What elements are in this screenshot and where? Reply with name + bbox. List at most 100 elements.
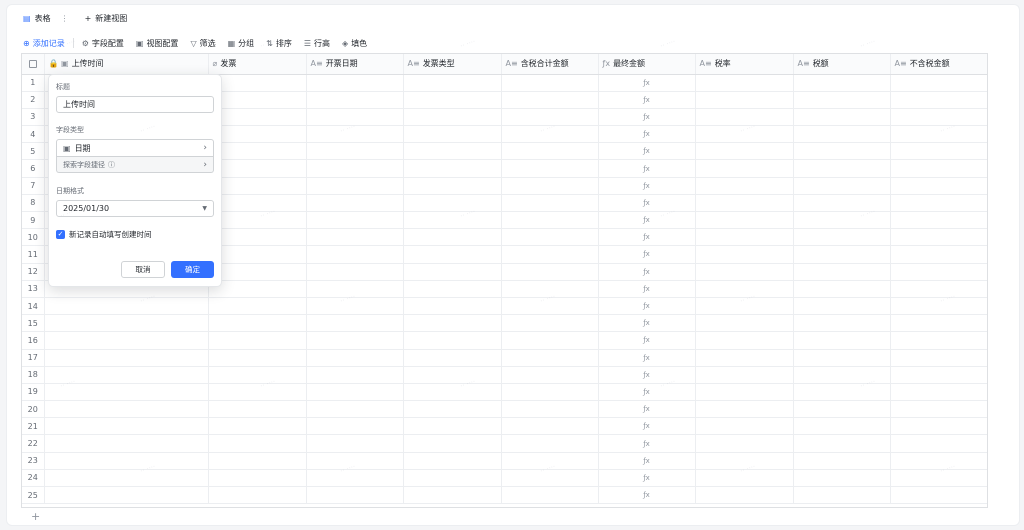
grid-cell[interactable] [890, 280, 987, 298]
grid-cell[interactable] [890, 331, 987, 350]
cancel-button[interactable]: 取消 [121, 261, 165, 278]
grid-cell[interactable] [306, 297, 404, 316]
grid-cell[interactable] [403, 159, 502, 178]
auto-fill-option[interactable]: ✓ 新记录自动填写创建时间 [56, 229, 214, 240]
row-height-button[interactable]: ☰ 行高 [298, 34, 336, 52]
grid-cell[interactable] [501, 314, 599, 333]
grid-cell[interactable] [890, 125, 987, 144]
column-header[interactable]: 🔒 ▣ 上传时间 [44, 54, 209, 75]
grid-cell[interactable] [306, 159, 404, 178]
grid-cell[interactable] [695, 108, 794, 127]
grid-cell[interactable] [501, 434, 599, 453]
grid-cell[interactable] [208, 331, 307, 350]
grid-cell[interactable] [501, 486, 599, 505]
grid-cell[interactable] [403, 142, 502, 161]
grid-cell[interactable] [501, 383, 599, 402]
field-config-button[interactable]: ⚙ 字段配置 [76, 34, 130, 52]
grid-cell[interactable] [793, 349, 891, 367]
grid-cell[interactable] [208, 228, 307, 247]
formula-cell[interactable]: ƒx [598, 469, 696, 488]
grid-cell[interactable] [208, 211, 307, 230]
grid-cell[interactable] [208, 383, 307, 402]
grid-cell[interactable] [306, 366, 404, 384]
formula-cell[interactable]: ƒx [598, 211, 696, 230]
formula-cell[interactable]: ƒx [598, 177, 696, 195]
grid-cell[interactable] [695, 91, 794, 109]
view-config-button[interactable]: ▣ 视图配置 [130, 34, 185, 52]
grid-cell[interactable] [890, 159, 987, 178]
grid-cell[interactable] [208, 486, 307, 505]
add-column-button[interactable]: + [987, 54, 988, 74]
table-row[interactable]: 16 ƒx [22, 331, 987, 350]
grid-cell[interactable] [44, 486, 209, 505]
grid-cell[interactable] [793, 314, 891, 333]
grid-cell[interactable] [306, 91, 404, 109]
grid-cell[interactable] [793, 452, 891, 470]
column-header[interactable]: A≡ 不含税金额 [890, 54, 987, 75]
add-record-button[interactable]: ⊕ 添加记录 [21, 34, 71, 52]
column-header[interactable]: A≡ 税额 [793, 54, 891, 75]
grid-cell[interactable] [695, 383, 794, 402]
formula-cell[interactable]: ƒx [598, 314, 696, 333]
grid-cell[interactable] [793, 228, 891, 247]
grid-cell[interactable] [403, 194, 502, 213]
table-row[interactable]: 21 ƒx [22, 417, 987, 436]
grid-cell[interactable] [306, 314, 404, 333]
formula-cell[interactable]: ƒx [598, 125, 696, 144]
grid-cell[interactable] [403, 263, 502, 281]
grid-cell[interactable] [793, 159, 891, 178]
formula-cell[interactable]: ƒx [598, 400, 696, 419]
grid-cell[interactable] [208, 366, 307, 384]
formula-cell[interactable]: ƒx [598, 91, 696, 109]
grid-cell[interactable] [306, 194, 404, 213]
grid-cell[interactable] [403, 486, 502, 505]
table-row[interactable]: 19 ƒx [22, 383, 987, 402]
grid-cell[interactable] [306, 434, 404, 453]
formula-cell[interactable]: ƒx [598, 366, 696, 384]
grid-cell[interactable] [306, 263, 404, 281]
table-row[interactable]: 25 ƒx [22, 486, 987, 505]
grid-cell[interactable] [501, 280, 599, 298]
grid-cell[interactable] [793, 486, 891, 505]
grid-cell[interactable] [208, 108, 307, 127]
grid-cell[interactable] [695, 263, 794, 281]
grid-cell[interactable] [501, 159, 599, 178]
grid-cell[interactable] [793, 74, 891, 92]
grid-cell[interactable] [501, 194, 599, 213]
grid-cell[interactable] [890, 486, 987, 505]
grid-cell[interactable] [890, 400, 987, 419]
grid-cell[interactable] [793, 280, 891, 298]
table-row[interactable]: 17 ƒx [22, 349, 987, 367]
grid-cell[interactable] [695, 194, 794, 213]
grid-cell[interactable] [208, 434, 307, 453]
column-header[interactable]: A≡ 含税合计金额 [501, 54, 599, 75]
grid-cell[interactable] [306, 211, 404, 230]
grid-cell[interactable] [501, 91, 599, 109]
grid-cell[interactable] [501, 108, 599, 127]
grid-cell[interactable] [793, 469, 891, 488]
grid-cell[interactable] [306, 280, 404, 298]
grid-cell[interactable] [890, 108, 987, 127]
title-input[interactable]: 上传时间 [56, 96, 214, 113]
grid-cell[interactable] [403, 228, 502, 247]
formula-cell[interactable]: ƒx [598, 142, 696, 161]
grid-cell[interactable] [208, 125, 307, 144]
grid-cell[interactable] [890, 263, 987, 281]
grid-cell[interactable] [695, 280, 794, 298]
grid-cell[interactable] [403, 74, 502, 92]
grid-cell[interactable] [44, 331, 209, 350]
column-header[interactable]: A≡ 税率 [695, 54, 794, 75]
grid-cell[interactable] [306, 383, 404, 402]
grid-cell[interactable] [695, 177, 794, 195]
grid-cell[interactable] [695, 486, 794, 505]
grid-cell[interactable] [44, 417, 209, 436]
grid-cell[interactable] [695, 400, 794, 419]
grid-cell[interactable] [501, 245, 599, 264]
grid-cell[interactable] [208, 400, 307, 419]
grid-cell[interactable] [403, 125, 502, 144]
grid-cell[interactable] [501, 331, 599, 350]
grid-cell[interactable] [403, 211, 502, 230]
formula-cell[interactable]: ƒx [598, 383, 696, 402]
auto-fill-checkbox[interactable]: ✓ [56, 230, 65, 239]
grid-cell[interactable] [695, 417, 794, 436]
